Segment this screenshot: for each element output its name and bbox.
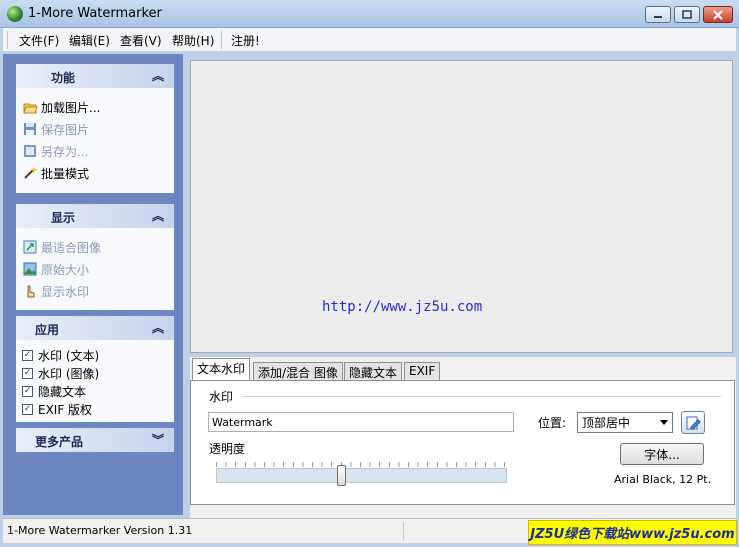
slider-ticks — [216, 462, 507, 467]
menu-separator — [221, 31, 222, 49]
collapse-up-icon[interactable]: ︽ — [152, 207, 164, 224]
original-size-label: 原始大小 — [41, 262, 90, 277]
check-exif-copyright-label: EXIF 版权 — [38, 402, 93, 417]
position-label: 位置: — [538, 416, 567, 430]
menu-grip — [7, 31, 8, 49]
minimize-button[interactable] — [645, 6, 671, 23]
collapse-up-icon[interactable]: ︽ — [152, 319, 164, 336]
opacity-label: 透明度 — [209, 442, 246, 456]
preview-watermark-text: http://www.jz5u.com — [322, 299, 483, 315]
maximize-icon — [682, 10, 692, 19]
watermark-text-input[interactable] — [208, 412, 514, 432]
panel-function-title: 功能 — [51, 71, 76, 85]
maximize-button[interactable] — [674, 6, 700, 23]
show-watermark-item[interactable]: 显示水印 — [22, 281, 89, 301]
menu-view[interactable]: 查看(V) — [120, 32, 162, 49]
save-as-item[interactable]: 另存为... — [22, 141, 88, 161]
checkbox-checked[interactable]: ✓ — [22, 349, 33, 361]
tab-add-blend-image[interactable]: 添加/混合 图像 — [253, 362, 343, 381]
watermark-group-title: 水印 — [209, 390, 234, 404]
position-select[interactable]: 顶部居中 — [577, 412, 673, 433]
check-text-watermark[interactable]: ✓ 水印 (文本) — [22, 346, 99, 364]
panel-more-title: 更多产品 — [35, 435, 84, 449]
tab-hidden-text[interactable]: 隐藏文本 — [344, 362, 403, 381]
magic-wand-icon — [22, 165, 38, 181]
floppy-disk-icon — [22, 121, 38, 137]
menu-bar: 文件(F) 编辑(E) 查看(V) 帮助(H) 注册! — [3, 28, 736, 52]
app-globe-icon — [7, 6, 23, 22]
check-text-watermark-label: 水印 (文本) — [38, 348, 100, 363]
show-watermark-label: 显示水印 — [41, 284, 90, 299]
checkbox-checked[interactable]: ✓ — [22, 403, 33, 415]
collapse-up-icon[interactable]: ︽ — [152, 67, 164, 84]
edit-position-icon — [686, 416, 701, 429]
panel-display-body: 最适合图像 原始大小 显示水印 — [16, 228, 174, 310]
check-image-watermark-label: 水印 (图像) — [38, 366, 100, 381]
tab-exif[interactable]: EXIF — [404, 362, 441, 381]
panel-more-header[interactable]: 更多产品 ︾ — [16, 428, 174, 452]
font-info: Arial Black, 12 Pt. — [614, 473, 712, 486]
minimize-icon — [654, 15, 662, 18]
menu-edit[interactable]: 编辑(E) — [69, 32, 110, 49]
panel-function-header[interactable]: 功能 ︽ — [16, 64, 174, 88]
landscape-image-icon — [22, 261, 38, 277]
checkbox-checked[interactable]: ✓ — [22, 367, 33, 379]
status-separator — [403, 522, 404, 540]
check-hidden-text-label: 隐藏文本 — [38, 384, 87, 399]
original-size-item[interactable]: 原始大小 — [22, 259, 89, 279]
panel-function-body: 加载图片... 保存图片 另存为... 批量模式 — [16, 88, 174, 193]
load-image-label: 加载图片... — [41, 100, 101, 115]
save-image-item[interactable]: 保存图片 — [22, 119, 89, 139]
panel-apply-title: 应用 — [35, 323, 60, 337]
hand-pointer-icon — [22, 283, 38, 299]
checkbox-checked[interactable]: ✓ — [22, 385, 33, 397]
site-watermark-banner: JZ5U绿色下载站www.jz5u.com — [528, 520, 737, 545]
fit-image-icon — [22, 239, 38, 255]
expand-down-icon[interactable]: ︾ — [152, 431, 164, 448]
panel-apply-header[interactable]: 应用 ︽ — [16, 316, 174, 340]
window-title: 1-More Watermarker — [28, 6, 162, 21]
opacity-slider-thumb[interactable] — [337, 465, 347, 486]
batch-mode-label: 批量模式 — [41, 166, 90, 181]
font-button[interactable]: 字体... — [620, 443, 704, 465]
version-status: 1-More Watermarker Version 1.31 — [7, 524, 193, 537]
dropdown-arrow-icon — [660, 420, 668, 425]
best-fit-item[interactable]: 最适合图像 — [22, 237, 101, 257]
position-selected-value: 顶部居中 — [582, 416, 631, 430]
close-button[interactable] — [703, 6, 733, 23]
check-hidden-text[interactable]: ✓ 隐藏文本 — [22, 382, 86, 400]
tab-text-watermark[interactable]: 文本水印 — [192, 358, 251, 382]
menu-help[interactable]: 帮助(H) — [172, 32, 214, 49]
check-exif-copyright[interactable]: ✓ EXIF 版权 — [22, 400, 92, 418]
best-fit-label: 最适合图像 — [41, 240, 102, 255]
group-divider — [243, 396, 721, 397]
save-as-icon — [22, 143, 38, 159]
panel-display-title: 显示 — [51, 211, 76, 225]
check-image-watermark[interactable]: ✓ 水印 (图像) — [22, 364, 99, 382]
task-sidebar: 功能 ︽ 加载图片... 保存图片 另存为... 批量模式 显示 ︽ 最适合图像 — [3, 54, 183, 515]
position-settings-button[interactable] — [681, 411, 705, 434]
opacity-slider-track[interactable] — [216, 468, 507, 483]
menu-file[interactable]: 文件(F) — [19, 32, 59, 49]
save-image-label: 保存图片 — [41, 122, 90, 137]
panel-apply-body: ✓ 水印 (文本) ✓ 水印 (图像) ✓ 隐藏文本 ✓ EXIF 版权 — [16, 340, 174, 422]
batch-mode-item[interactable]: 批量模式 — [22, 163, 89, 183]
load-image-item[interactable]: 加载图片... — [22, 97, 100, 117]
save-as-label: 另存为... — [41, 144, 89, 159]
folder-open-icon — [22, 99, 38, 115]
panel-display-header[interactable]: 显示 ︽ — [16, 204, 174, 228]
menu-register[interactable]: 注册! — [231, 32, 260, 49]
close-icon — [713, 9, 723, 20]
